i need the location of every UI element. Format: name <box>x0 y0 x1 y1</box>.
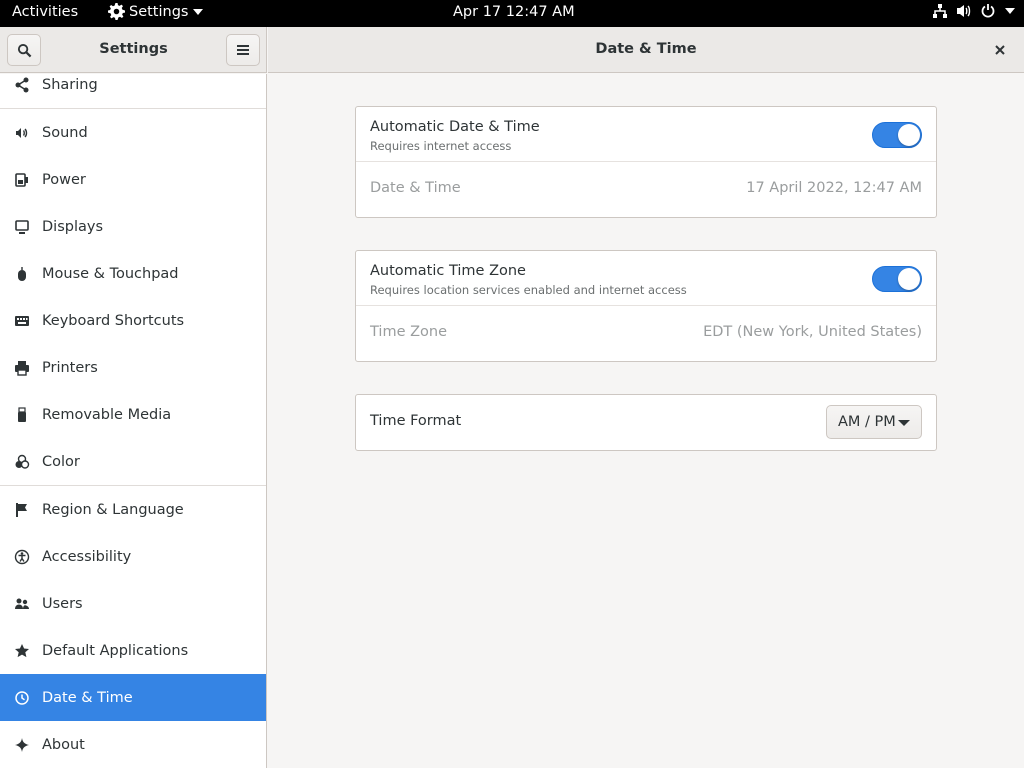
sidebar-item-sharing[interactable]: Sharing <box>0 74 266 108</box>
automatic-date-time-label: Automatic Date & Time <box>370 119 540 135</box>
sidebar-item-printers[interactable]: Printers <box>0 344 266 391</box>
printer-icon <box>13 359 31 377</box>
sidebar-item-accessibility[interactable]: Accessibility <box>0 533 266 580</box>
automatic-time-zone-row[interactable]: Automatic Time Zone Requires location se… <box>356 251 936 306</box>
activities-button[interactable]: Activities <box>12 4 78 20</box>
sidebar-item-label: Sound <box>42 124 88 141</box>
time-format-dropdown[interactable]: AM / PM <box>826 405 922 439</box>
hamburger-icon <box>237 45 249 55</box>
mouse-icon <box>13 265 31 283</box>
sidebar-item-label: Removable Media <box>42 406 172 423</box>
display-icon <box>13 218 31 236</box>
clock-icon <box>13 689 31 707</box>
page-title: Date & Time <box>595 41 697 57</box>
automatic-time-zone-sublabel: Requires location services enabled and i… <box>370 283 687 297</box>
sidebar-item-displays[interactable]: Displays <box>0 203 266 250</box>
sidebar-item-power[interactable]: Power <box>0 156 266 203</box>
time-format-value: AM / PM <box>838 414 896 430</box>
sidebar-item-label: Displays <box>42 218 104 235</box>
time-format-row: Time Format AM / PM <box>356 395 936 450</box>
automatic-date-time-switch[interactable] <box>872 122 922 148</box>
sidebar-item-color[interactable]: Color <box>0 438 266 485</box>
sidebar-item-region-language[interactable]: Region & Language <box>0 486 266 533</box>
sidebar-item-label: Keyboard Shortcuts <box>42 312 185 329</box>
sidebar-item-removable-media[interactable]: Removable Media <box>0 391 266 438</box>
top-bar: Activities Settings Apr 17 12:47 AM <box>0 0 1024 27</box>
automatic-date-time-row[interactable]: Automatic Date & Time Requires internet … <box>356 107 936 162</box>
time-format-label: Time Format <box>370 413 462 429</box>
sidebar-header: Settings <box>0 27 267 73</box>
automatic-date-time-sublabel: Requires internet access <box>370 139 512 153</box>
sidebar: Sharing Sound Power Displays Mouse & Tou… <box>0 74 267 768</box>
sidebar-item-about[interactable]: About <box>0 721 266 768</box>
date-time-label: Date & Time <box>370 180 461 196</box>
sidebar-item-label: Sharing <box>42 76 98 93</box>
sidebar-item-sound[interactable]: Sound <box>0 109 266 156</box>
sidebar-item-label: Default Applications <box>42 642 189 659</box>
sidebar-item-label: Users <box>42 595 83 612</box>
sidebar-item-label: Accessibility <box>42 548 132 565</box>
close-button[interactable] <box>990 40 1010 60</box>
keyboard-icon <box>13 312 31 330</box>
volume-icon <box>957 5 971 17</box>
switch-knob <box>898 268 920 290</box>
sidebar-item-date-time[interactable]: Date & Time <box>0 674 266 721</box>
sidebar-item-label: Printers <box>42 359 98 376</box>
star-icon <box>13 642 31 660</box>
date-time-panel: Automatic Date & Time Requires internet … <box>355 106 937 218</box>
app-menu[interactable]: Settings <box>108 3 204 20</box>
sidebar-item-label: About <box>42 736 85 753</box>
sidebar-item-keyboard-shortcuts[interactable]: Keyboard Shortcuts <box>0 297 266 344</box>
sparkle-icon <box>13 736 31 754</box>
date-time-value: 17 April 2022, 12:47 AM <box>746 180 922 196</box>
automatic-time-zone-label: Automatic Time Zone <box>370 263 526 279</box>
flag-icon <box>13 501 31 519</box>
chevron-down-icon <box>1005 8 1015 14</box>
time-format-panel: Time Format AM / PM <box>355 394 937 451</box>
sidebar-item-label: Mouse & Touchpad <box>42 265 179 282</box>
chevron-down-icon <box>193 8 204 15</box>
sidebar-item-label: Date & Time <box>42 689 133 706</box>
color-icon <box>13 453 31 471</box>
chevron-down-icon <box>898 420 910 426</box>
close-icon <box>995 45 1005 55</box>
usb-drive-icon <box>13 406 31 424</box>
speaker-icon <box>13 124 31 142</box>
clock[interactable]: Apr 17 12:47 AM <box>453 4 575 20</box>
share-icon <box>13 76 31 94</box>
switch-knob <box>898 124 920 146</box>
battery-icon <box>13 171 31 189</box>
time-zone-panel: Automatic Time Zone Requires location se… <box>355 250 937 362</box>
time-zone-row: Time Zone EDT (New York, United States) <box>356 306 936 361</box>
main-header: Date & Time <box>268 27 1024 73</box>
sidebar-item-default-applications[interactable]: Default Applications <box>0 627 266 674</box>
network-icon <box>933 4 947 18</box>
time-zone-value: EDT (New York, United States) <box>703 324 922 340</box>
sidebar-item-label: Region & Language <box>42 501 184 518</box>
sidebar-item-label: Power <box>42 171 86 188</box>
system-tray[interactable] <box>932 3 1016 19</box>
gear-icon <box>108 3 125 20</box>
date-time-row: Date & Time 17 April 2022, 12:47 AM <box>356 162 936 217</box>
power-icon <box>981 4 995 18</box>
sidebar-item-label: Color <box>42 453 80 470</box>
time-zone-label: Time Zone <box>370 324 448 340</box>
sidebar-item-users[interactable]: Users <box>0 580 266 627</box>
sidebar-item-mouse-touchpad[interactable]: Mouse & Touchpad <box>0 250 266 297</box>
automatic-time-zone-switch[interactable] <box>872 266 922 292</box>
menu-button[interactable] <box>226 34 260 66</box>
users-icon <box>13 595 31 613</box>
accessibility-icon <box>13 548 31 566</box>
app-menu-label: Settings <box>129 3 189 20</box>
